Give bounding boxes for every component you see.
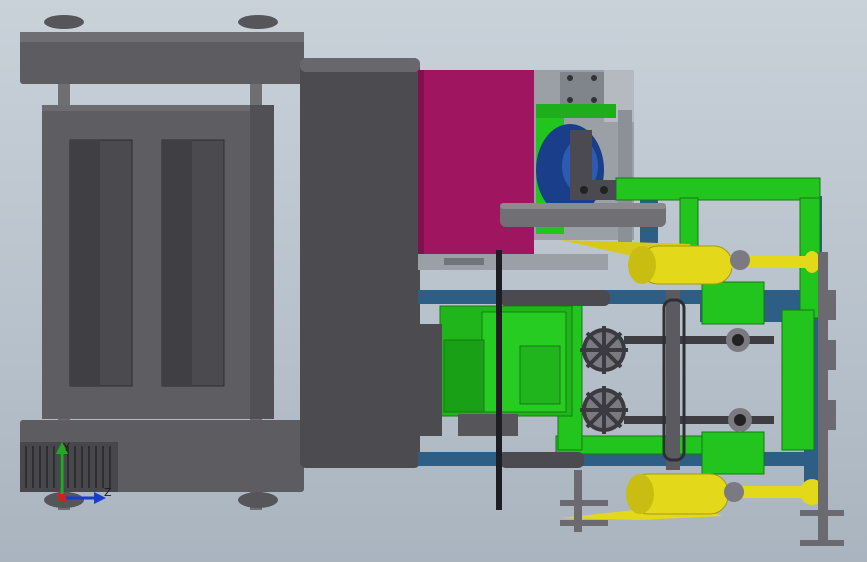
bolt-head-top-right <box>238 15 278 29</box>
motor-housing <box>300 58 420 468</box>
saw-blade-bottom <box>560 470 608 532</box>
bolt-head-bottom-right <box>238 492 278 508</box>
star-wheel-upper <box>580 326 628 374</box>
crawler-track-assembly <box>20 15 420 510</box>
cad-viewport[interactable]: Y Z <box>0 0 867 562</box>
axis-x-marker <box>58 494 66 502</box>
vertical-post <box>496 250 502 510</box>
star-wheel-lower <box>580 386 628 434</box>
axis-z-label: Z <box>104 486 112 499</box>
bolt-head-top-left <box>44 15 84 29</box>
axis-y-label: Y <box>62 441 70 454</box>
cad-model-render: Y Z <box>20 15 844 546</box>
magenta-cover-panel <box>418 70 534 256</box>
yellow-roller-bottom <box>560 473 824 520</box>
